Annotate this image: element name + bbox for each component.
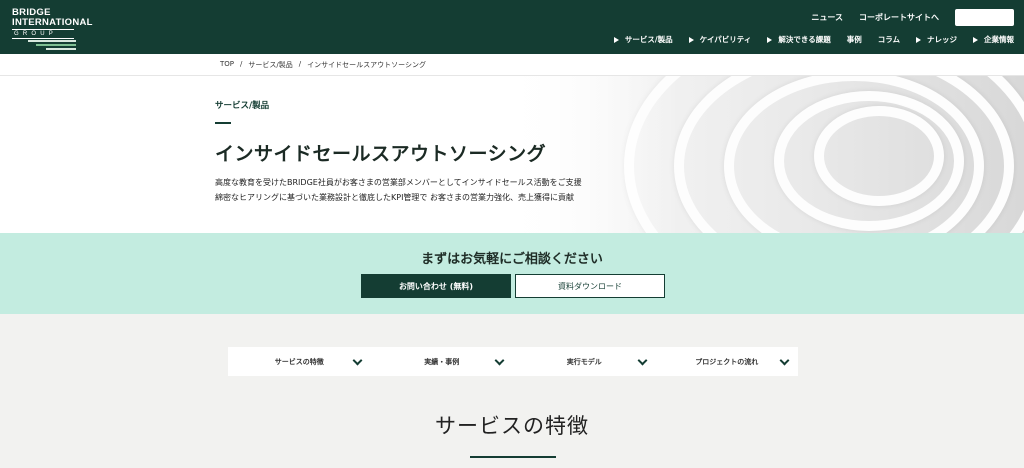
chevron-down-icon — [352, 355, 362, 366]
arrow-right-icon — [916, 36, 921, 43]
hero-description: 高度な教育を受けたBRIDGE社員がお客さまの営業部メンバーとしてインサイドセー… — [215, 176, 582, 205]
nav-label: 解決できる課題 — [778, 35, 831, 44]
nav-cases[interactable]: 事例 — [847, 34, 862, 45]
breadcrumb-services-link[interactable]: サービス/製品 — [248, 60, 292, 70]
nav-label: ケイパビリティ — [699, 35, 752, 44]
cta-section: まずはお気軽にご相談ください お問い合わせ (無料) 資料ダウンロード — [0, 233, 1024, 314]
chevron-down-icon — [779, 355, 790, 366]
breadcrumb: TOP / サービス/製品 / インサイドセールスアウトソーシング — [0, 54, 1024, 76]
nav-column[interactable]: コラム — [878, 34, 900, 45]
nav-label: サービス/製品 — [624, 35, 673, 44]
header-top-links: ニュース コーポレートサイトへ お問い合わせ — [811, 9, 1014, 26]
document-download-button[interactable]: 資料ダウンロード — [515, 274, 665, 298]
tab-project-flow[interactable]: プロジェクトの流れ — [656, 347, 799, 376]
hero-desc-line-1: 高度な教育を受けたBRIDGE社員がお客さまの営業部メンバーとしてインサイドセー… — [215, 178, 582, 187]
breadcrumb-current: インサイドセールスアウトソーシング — [307, 61, 426, 69]
hero-section: サービス/製品 インサイドセールスアウトソーシング 高度な教育を受けたBRIDG… — [0, 76, 1024, 233]
bridge-logo[interactable]: BRIDGE INTERNATIONAL GROUP — [12, 8, 102, 50]
tab-label: プロジェクトの流れ — [695, 357, 759, 366]
nav-label: 事例 — [846, 35, 862, 44]
logo-bars-icon — [28, 38, 76, 50]
news-link[interactable]: ニュース — [811, 12, 843, 23]
page-title: インサイドセールスアウトソーシング — [215, 143, 547, 165]
breadcrumb-separator: / — [240, 60, 243, 68]
site-header: BRIDGE INTERNATIONAL GROUP ニュース コーポレートサイ… — [0, 0, 1024, 54]
nav-issues[interactable]: 解決できる課題 — [767, 34, 831, 45]
nav-company[interactable]: 企業情報 — [973, 34, 1014, 45]
tab-label: サービスの特徴 — [274, 357, 324, 366]
section-title: サービスの特徴 — [435, 414, 589, 438]
hero-category: サービス/製品 — [215, 101, 270, 111]
hero-rule — [215, 122, 231, 124]
nav-label: 企業情報 — [984, 35, 1014, 44]
nav-services[interactable]: サービス/製品 — [613, 34, 673, 45]
section-rule — [470, 456, 556, 458]
arrow-right-icon — [767, 36, 773, 43]
main-nav: サービス/製品 ケイパビリティ 解決できる課題 事例 コラム ナレッジ 企業情報 — [613, 34, 1014, 45]
nav-knowledge[interactable]: ナレッジ — [916, 34, 957, 45]
tab-execution-model[interactable]: 実行モデル — [513, 347, 656, 376]
cta-title: まずはお気軽にご相談ください — [421, 252, 603, 267]
corporate-site-link[interactable]: コーポレートサイトへ — [859, 12, 939, 23]
breadcrumb-separator: / — [298, 60, 302, 68]
tab-label: 実績・事例 — [424, 357, 460, 366]
logo-line-2: INTERNATIONAL — [12, 17, 93, 28]
free-contact-button[interactable]: お問い合わせ (無料) — [361, 274, 511, 298]
nav-label: コラム — [877, 35, 900, 44]
tab-label: 実行モデル — [566, 357, 602, 366]
nav-label: ナレッジ — [927, 35, 957, 44]
breadcrumb-top-link[interactable]: TOP — [220, 60, 234, 70]
tab-features[interactable]: サービスの特徴 — [228, 347, 371, 376]
arrow-right-icon — [973, 36, 978, 43]
section-tabs: サービスの特徴 実績・事例 実行モデル プロジェクトの流れ — [228, 347, 798, 376]
chevron-down-icon — [494, 355, 505, 366]
chevron-down-icon — [637, 355, 647, 366]
nav-capability[interactable]: ケイパビリティ — [688, 34, 752, 45]
arrow-right-icon — [613, 36, 619, 43]
hero-desc-line-2: 綿密なヒアリングに基づいた業務設計と徹底したKPI管理で お客さまの営業力強化、… — [215, 192, 574, 202]
arrow-right-icon — [688, 36, 694, 43]
tab-cases[interactable]: 実績・事例 — [371, 347, 514, 376]
contact-button[interactable]: お問い合わせ — [955, 9, 1014, 26]
